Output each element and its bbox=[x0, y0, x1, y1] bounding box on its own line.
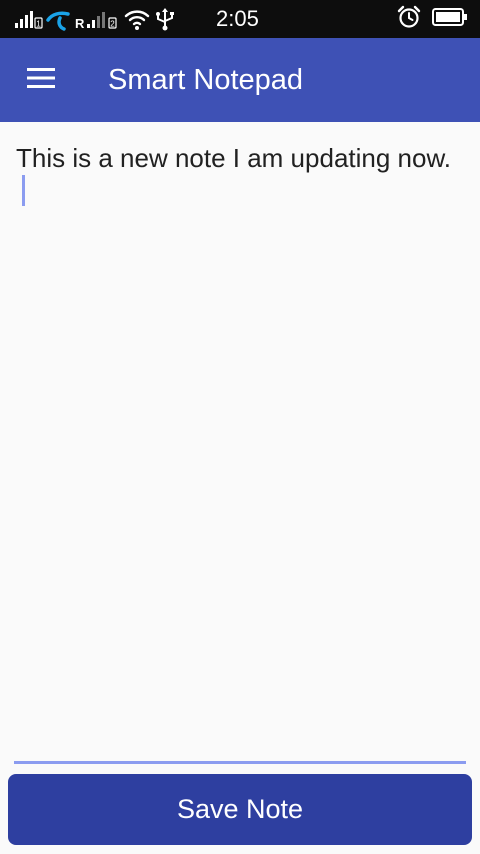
app-bar: Smart Notepad bbox=[0, 38, 480, 122]
note-text-field[interactable]: This is a new note I am updating now. bbox=[16, 142, 456, 206]
roaming-label: R bbox=[75, 16, 85, 31]
usb-icon bbox=[154, 6, 176, 32]
note-editor[interactable]: This is a new note I am updating now. bbox=[0, 122, 480, 772]
sim2-badge: 2 bbox=[110, 20, 115, 29]
hamburger-menu-icon bbox=[27, 67, 57, 94]
menu-button[interactable] bbox=[14, 56, 70, 104]
status-time: 2:05 bbox=[216, 6, 259, 31]
alarm-icon bbox=[396, 4, 422, 35]
sim1-badge: 1 bbox=[36, 20, 41, 29]
battery-icon bbox=[432, 4, 468, 35]
signal-sim1-icon: 1 bbox=[14, 6, 44, 32]
note-text: This is a new note I am updating now. bbox=[16, 143, 452, 173]
status-bar: 1 R 2 2:05 bbox=[0, 0, 480, 38]
wifi-icon bbox=[124, 6, 150, 32]
note-field-underline bbox=[14, 761, 466, 764]
app-title: Smart Notepad bbox=[108, 64, 304, 96]
signal-sim2-icon: R 2 bbox=[74, 6, 122, 32]
operator-logo-icon bbox=[46, 6, 72, 32]
save-note-button[interactable]: Save Note bbox=[8, 774, 472, 845]
status-icons-right bbox=[396, 4, 468, 35]
save-note-label: Save Note bbox=[176, 794, 304, 824]
status-icons-left: 1 R 2 bbox=[14, 6, 176, 32]
text-cursor bbox=[22, 175, 25, 206]
